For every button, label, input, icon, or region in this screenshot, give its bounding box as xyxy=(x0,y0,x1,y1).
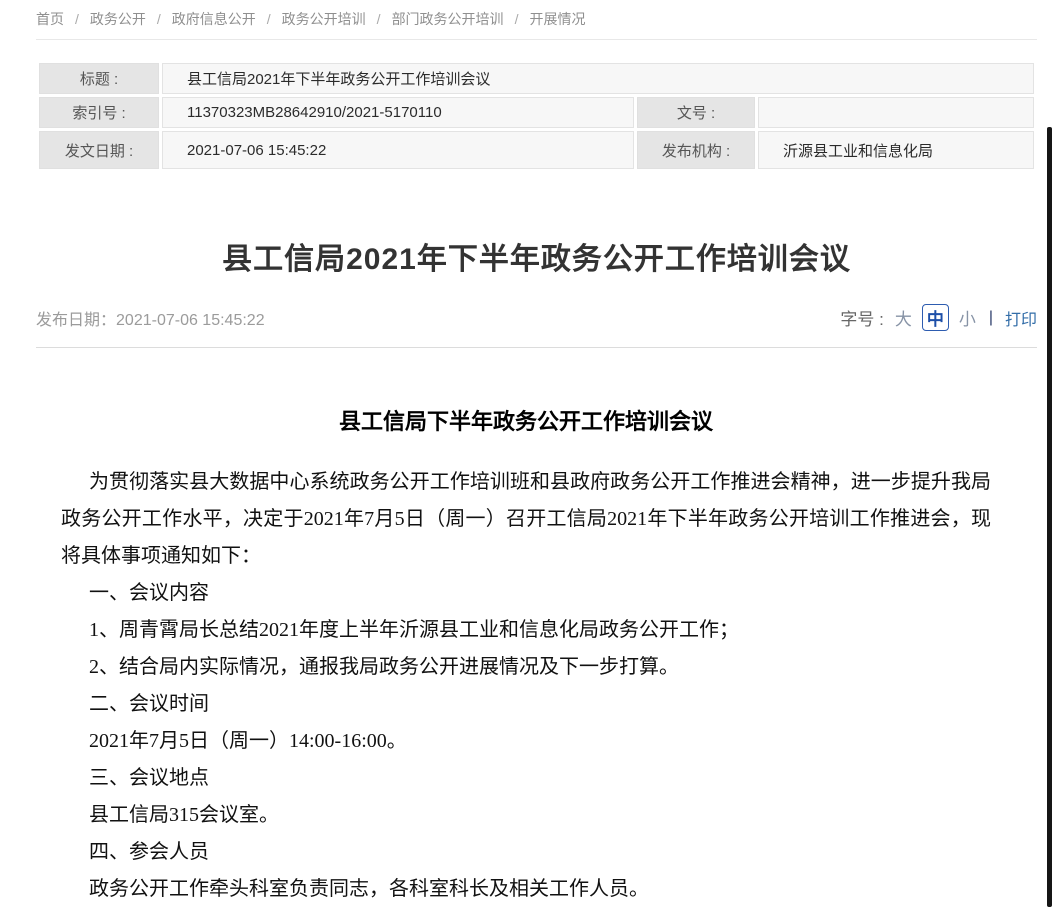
article-paragraph: 1、周青霄局长总结2021年度上半年沂源县工业和信息化局政务公开工作； xyxy=(61,612,991,649)
article-paragraph: 县工信局315会议室。 xyxy=(61,797,991,834)
article-paragraph: 2021年7月5日（周一）14:00-16:00。 xyxy=(61,723,991,760)
breadcrumb-separator: / xyxy=(157,11,161,27)
breadcrumb-item-training[interactable]: 政务公开培训 xyxy=(282,9,366,29)
article-paragraph: 2、结合局内实际情况，通报我局政务公开进展情况及下一步打算。 xyxy=(61,649,991,686)
article-body: 县工信局下半年政务公开工作培训会议 为贯彻落实县大数据中心系统政务公开工作培训班… xyxy=(36,404,1037,908)
breadcrumb-item-gov-info[interactable]: 政府信息公开 xyxy=(172,9,256,29)
font-size-medium-button[interactable]: 中 xyxy=(922,304,949,331)
publish-date-value: 2021-07-06 15:45:22 xyxy=(116,312,265,329)
info-row: 发布日期：2021-07-06 15:45:22 字号 : 大 中 小 | 打印 xyxy=(36,304,1037,348)
article-paragraph-section-2: 二、会议时间 xyxy=(61,686,991,723)
page-container: 首页 / 政务公开 / 政府信息公开 / 政务公开培训 / 部门政务公开培训 /… xyxy=(0,0,1054,908)
breadcrumb-separator: / xyxy=(515,11,519,27)
breadcrumb-item-home[interactable]: 首页 xyxy=(36,9,64,29)
meta-row-date: 发文日期 : 2021-07-06 15:45:22 发布机构 : 沂源县工业和… xyxy=(39,131,1034,169)
meta-title-label: 标题 : xyxy=(39,63,159,94)
meta-agency-value: 沂源县工业和信息化局 xyxy=(758,131,1034,169)
breadcrumb-separator: / xyxy=(267,11,271,27)
publish-date: 发布日期：2021-07-06 15:45:22 xyxy=(36,306,265,330)
scrollbar-thumb[interactable] xyxy=(1047,127,1052,907)
meta-index-label: 索引号 : xyxy=(39,97,159,128)
article-paragraph: 政务公开工作牵头科室负责同志，各科室科长及相关工作人员。 xyxy=(61,871,991,908)
breadcrumb-separator: / xyxy=(377,11,381,27)
breadcrumb-item-zhengwugongkai[interactable]: 政务公开 xyxy=(90,9,146,29)
meta-title-value: 县工信局2021年下半年政务公开工作培训会议 xyxy=(162,63,1034,94)
meta-docnum-label: 文号 : xyxy=(637,97,755,128)
print-button[interactable]: 打印 xyxy=(1005,306,1037,330)
page-title: 县工信局2021年下半年政务公开工作培训会议 xyxy=(36,234,1037,278)
breadcrumb-separator: / xyxy=(75,11,79,27)
meta-date-label: 发文日期 : xyxy=(39,131,159,169)
meta-row-title: 标题 : 县工信局2021年下半年政务公开工作培训会议 xyxy=(39,63,1034,94)
publish-date-label: 发布日期： xyxy=(36,312,116,329)
article-tools: 字号 : 大 中 小 | 打印 xyxy=(840,304,1037,331)
article-paragraph: 为贯彻落实县大数据中心系统政务公开工作培训班和县政府政务公开工作推进会精神，进一… xyxy=(61,464,991,575)
tools-divider: | xyxy=(989,309,993,327)
font-size-small-button[interactable]: 小 xyxy=(959,305,976,330)
breadcrumb-item-status[interactable]: 开展情况 xyxy=(529,9,585,29)
article-paragraph-section-3: 三、会议地点 xyxy=(61,760,991,797)
breadcrumb-item-dept-training[interactable]: 部门政务公开培训 xyxy=(392,9,504,29)
article-paragraph-section-1: 一、会议内容 xyxy=(61,575,991,612)
meta-row-index: 索引号 : 11370323MB28642910/2021-5170110 文号… xyxy=(39,97,1034,128)
article-heading: 县工信局下半年政务公开工作培训会议 xyxy=(61,404,991,436)
document-meta-table: 标题 : 县工信局2021年下半年政务公开工作培训会议 索引号 : 113703… xyxy=(36,60,1037,172)
font-size-label: 字号 : xyxy=(840,305,883,330)
meta-docnum-value xyxy=(758,97,1034,128)
meta-date-value: 2021-07-06 15:45:22 xyxy=(162,131,634,169)
meta-agency-label: 发布机构 : xyxy=(637,131,755,169)
meta-index-value: 11370323MB28642910/2021-5170110 xyxy=(162,97,634,128)
font-size-large-button[interactable]: 大 xyxy=(895,305,912,330)
breadcrumb: 首页 / 政务公开 / 政府信息公开 / 政务公开培训 / 部门政务公开培训 /… xyxy=(36,0,1037,40)
article-paragraph-section-4: 四、参会人员 xyxy=(61,834,991,871)
